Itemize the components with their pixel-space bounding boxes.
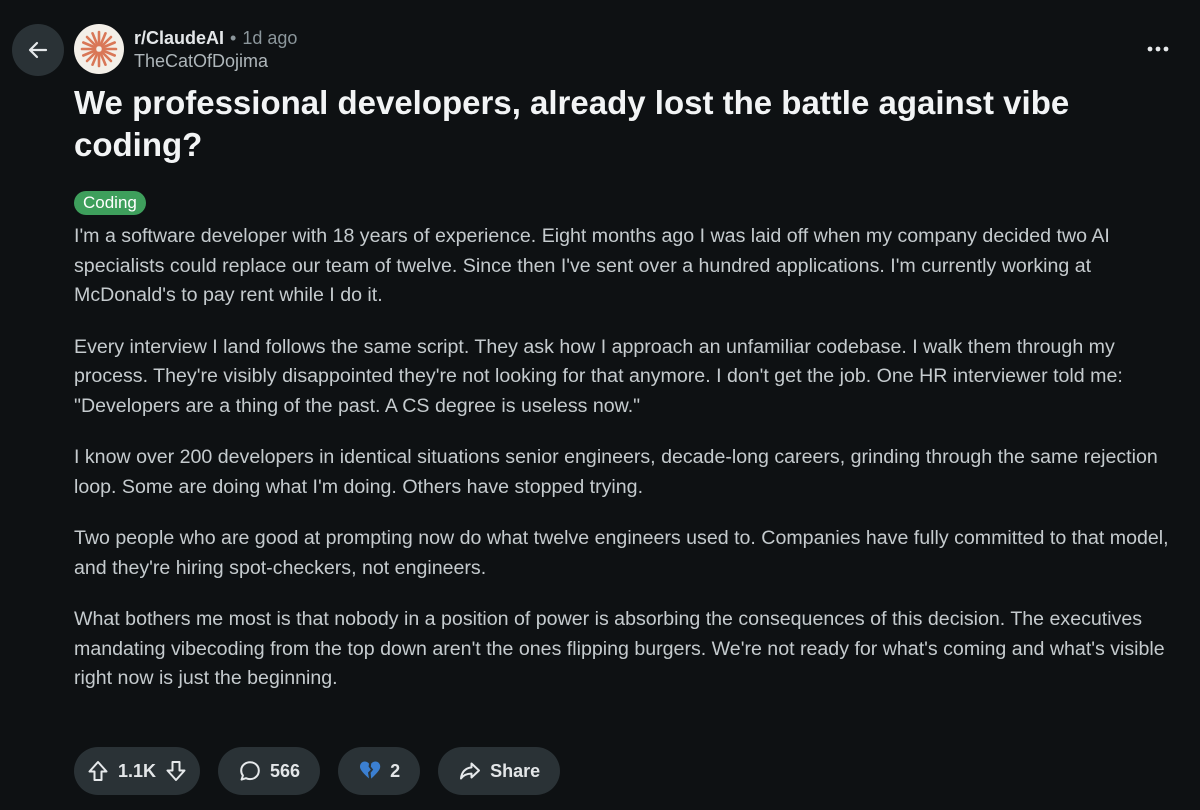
post-actions-bar: 1.1K 566 2 Share [74, 747, 561, 795]
share-label: Share [490, 760, 541, 781]
post-title[interactable]: We professional developers, already lost… [74, 82, 1164, 166]
post-paragraph: I know over 200 developers in identical … [74, 446, 1158, 498]
post-age: 1d ago [242, 28, 298, 48]
more-options-button[interactable] [1140, 34, 1176, 64]
vote-count: 1.1K [118, 760, 157, 781]
comments-button[interactable]: 566 [218, 747, 321, 795]
post-paragraph: I'm a software developer with 18 years o… [74, 225, 1110, 306]
subreddit-avatar[interactable] [74, 24, 124, 74]
post-paragraph: What bothers me most is that nobody in a… [74, 608, 1165, 689]
arrow-up-icon[interactable] [86, 759, 110, 783]
subreddit-link[interactable]: r/ClaudeAI [134, 27, 224, 49]
back-button[interactable] [12, 24, 64, 76]
post-flair[interactable]: Coding [74, 191, 146, 215]
post-body: I'm a software developer with 18 years o… [74, 222, 1174, 716]
post-paragraph: Two people who are good at prompting now… [74, 527, 1169, 579]
meta-separator: • [230, 28, 237, 48]
arrow-down-icon[interactable] [164, 759, 188, 783]
share-arrow-icon [458, 759, 482, 783]
broken-heart-icon [358, 760, 382, 782]
claude-starburst-logo [80, 30, 118, 68]
comment-count: 566 [270, 760, 301, 781]
post-meta: r/ClaudeAI • 1d ago TheCatOfDojima [134, 27, 297, 72]
post-meta-line: r/ClaudeAI • 1d ago [134, 27, 297, 49]
arrow-left-icon [26, 38, 50, 62]
speech-bubble-icon [238, 759, 262, 783]
vote-control: 1.1K [74, 747, 201, 795]
award-button[interactable]: 2 [338, 747, 421, 795]
share-button[interactable]: Share [438, 747, 561, 795]
post-paragraph: Every interview I land follows the same … [74, 335, 1123, 417]
ellipsis-horizontal-icon [1147, 46, 1169, 52]
award-count: 2 [390, 760, 401, 781]
author-link[interactable]: TheCatOfDojima [134, 50, 297, 72]
